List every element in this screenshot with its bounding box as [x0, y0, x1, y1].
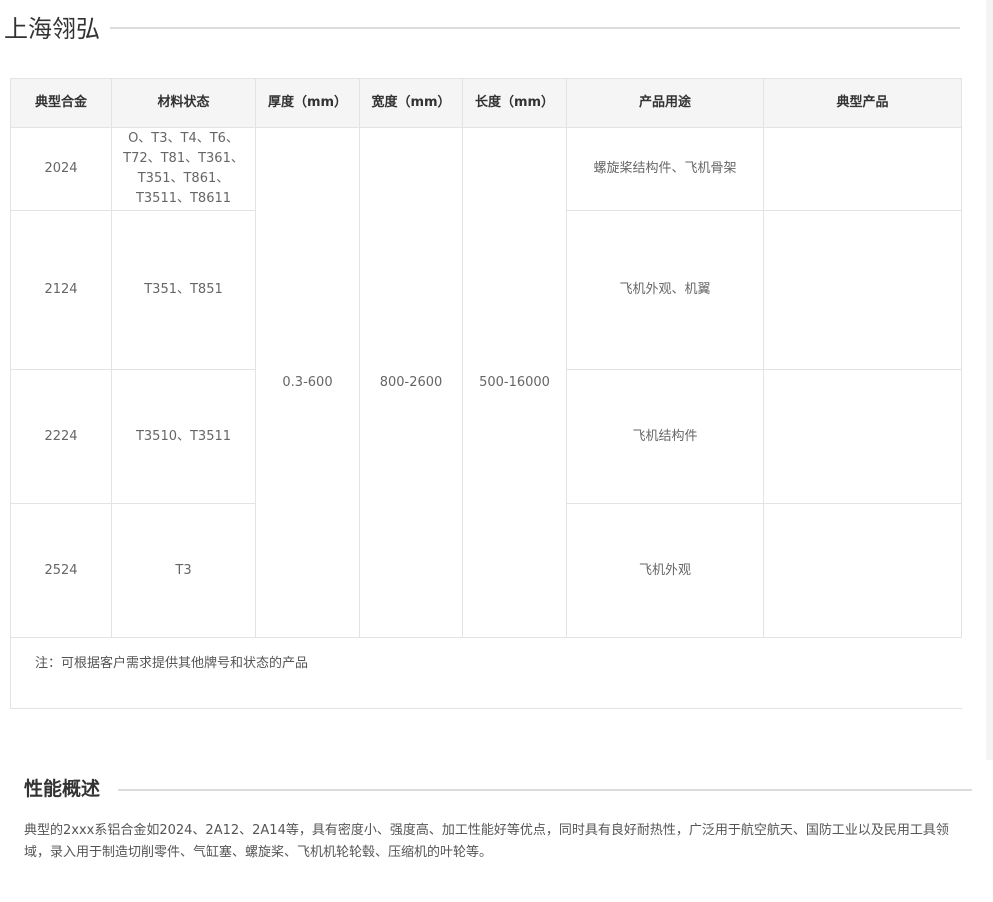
- page: 上海翎弘 典型合金 材料状态 厚度（mm） 宽度（mm） 长度（mm） 产品用途…: [0, 0, 993, 902]
- brand-title: 上海翎弘: [4, 14, 104, 44]
- header-usage: 产品用途: [566, 78, 764, 128]
- cell-temper: T351、T851: [111, 210, 256, 370]
- scrollbar-track[interactable]: [986, 0, 993, 760]
- cell-length: 500-16000: [462, 127, 567, 638]
- cell-usage: 飞机结构件: [566, 369, 764, 504]
- cell-usage: 飞机外观、机翼: [566, 210, 764, 370]
- cell-alloy: 2224: [10, 369, 112, 504]
- overview-header: 性能概述: [24, 774, 972, 804]
- cell-usage: 飞机外观: [566, 503, 764, 638]
- header-product: 典型产品: [763, 78, 962, 128]
- table-row: 2024 O、T3、T4、T6、T72、T81、T361、T351、T861、T…: [10, 127, 962, 638]
- table-header-row: 典型合金 材料状态 厚度（mm） 宽度（mm） 长度（mm） 产品用途 典型产品: [10, 78, 962, 128]
- section-divider: [118, 789, 972, 791]
- table-note-row: 注：可根据客户需求提供其他牌号和状态的产品: [10, 637, 962, 709]
- header-alloy: 典型合金: [10, 78, 112, 128]
- cell-product: [763, 369, 962, 504]
- header-temper: 材料状态: [111, 78, 256, 128]
- cell-temper: O、T3、T4、T6、T72、T81、T361、T351、T861、T3511、…: [111, 127, 256, 211]
- cell-alloy: 2124: [10, 210, 112, 370]
- spec-table: 典型合金 材料状态 厚度（mm） 宽度（mm） 长度（mm） 产品用途 典型产品…: [10, 78, 962, 709]
- header-width: 宽度（mm）: [359, 78, 463, 128]
- brand-divider: [110, 27, 960, 29]
- overview-text: 典型的2xxx系铝合金如2024、2A12、2A14等，具有密度小、强度高、加工…: [24, 823, 949, 860]
- cell-alloy: 2024: [10, 127, 112, 211]
- cell-product: [763, 503, 962, 638]
- brand-header: 上海翎弘: [0, 10, 960, 46]
- cell-thickness: 0.3-600: [255, 127, 360, 638]
- overview-title: 性能概述: [24, 774, 113, 804]
- cell-product: [763, 127, 962, 211]
- cell-product: [763, 210, 962, 370]
- cell-temper: T3510、T3511: [111, 369, 256, 504]
- cell-alloy: 2524: [10, 503, 112, 638]
- header-length: 长度（mm）: [462, 78, 567, 128]
- table-note: 注：可根据客户需求提供其他牌号和状态的产品: [10, 637, 962, 709]
- header-thickness: 厚度（mm）: [255, 78, 360, 128]
- cell-width: 800-2600: [359, 127, 463, 638]
- cell-usage: 螺旋桨结构件、飞机骨架: [566, 127, 764, 211]
- cell-temper: T3: [111, 503, 256, 638]
